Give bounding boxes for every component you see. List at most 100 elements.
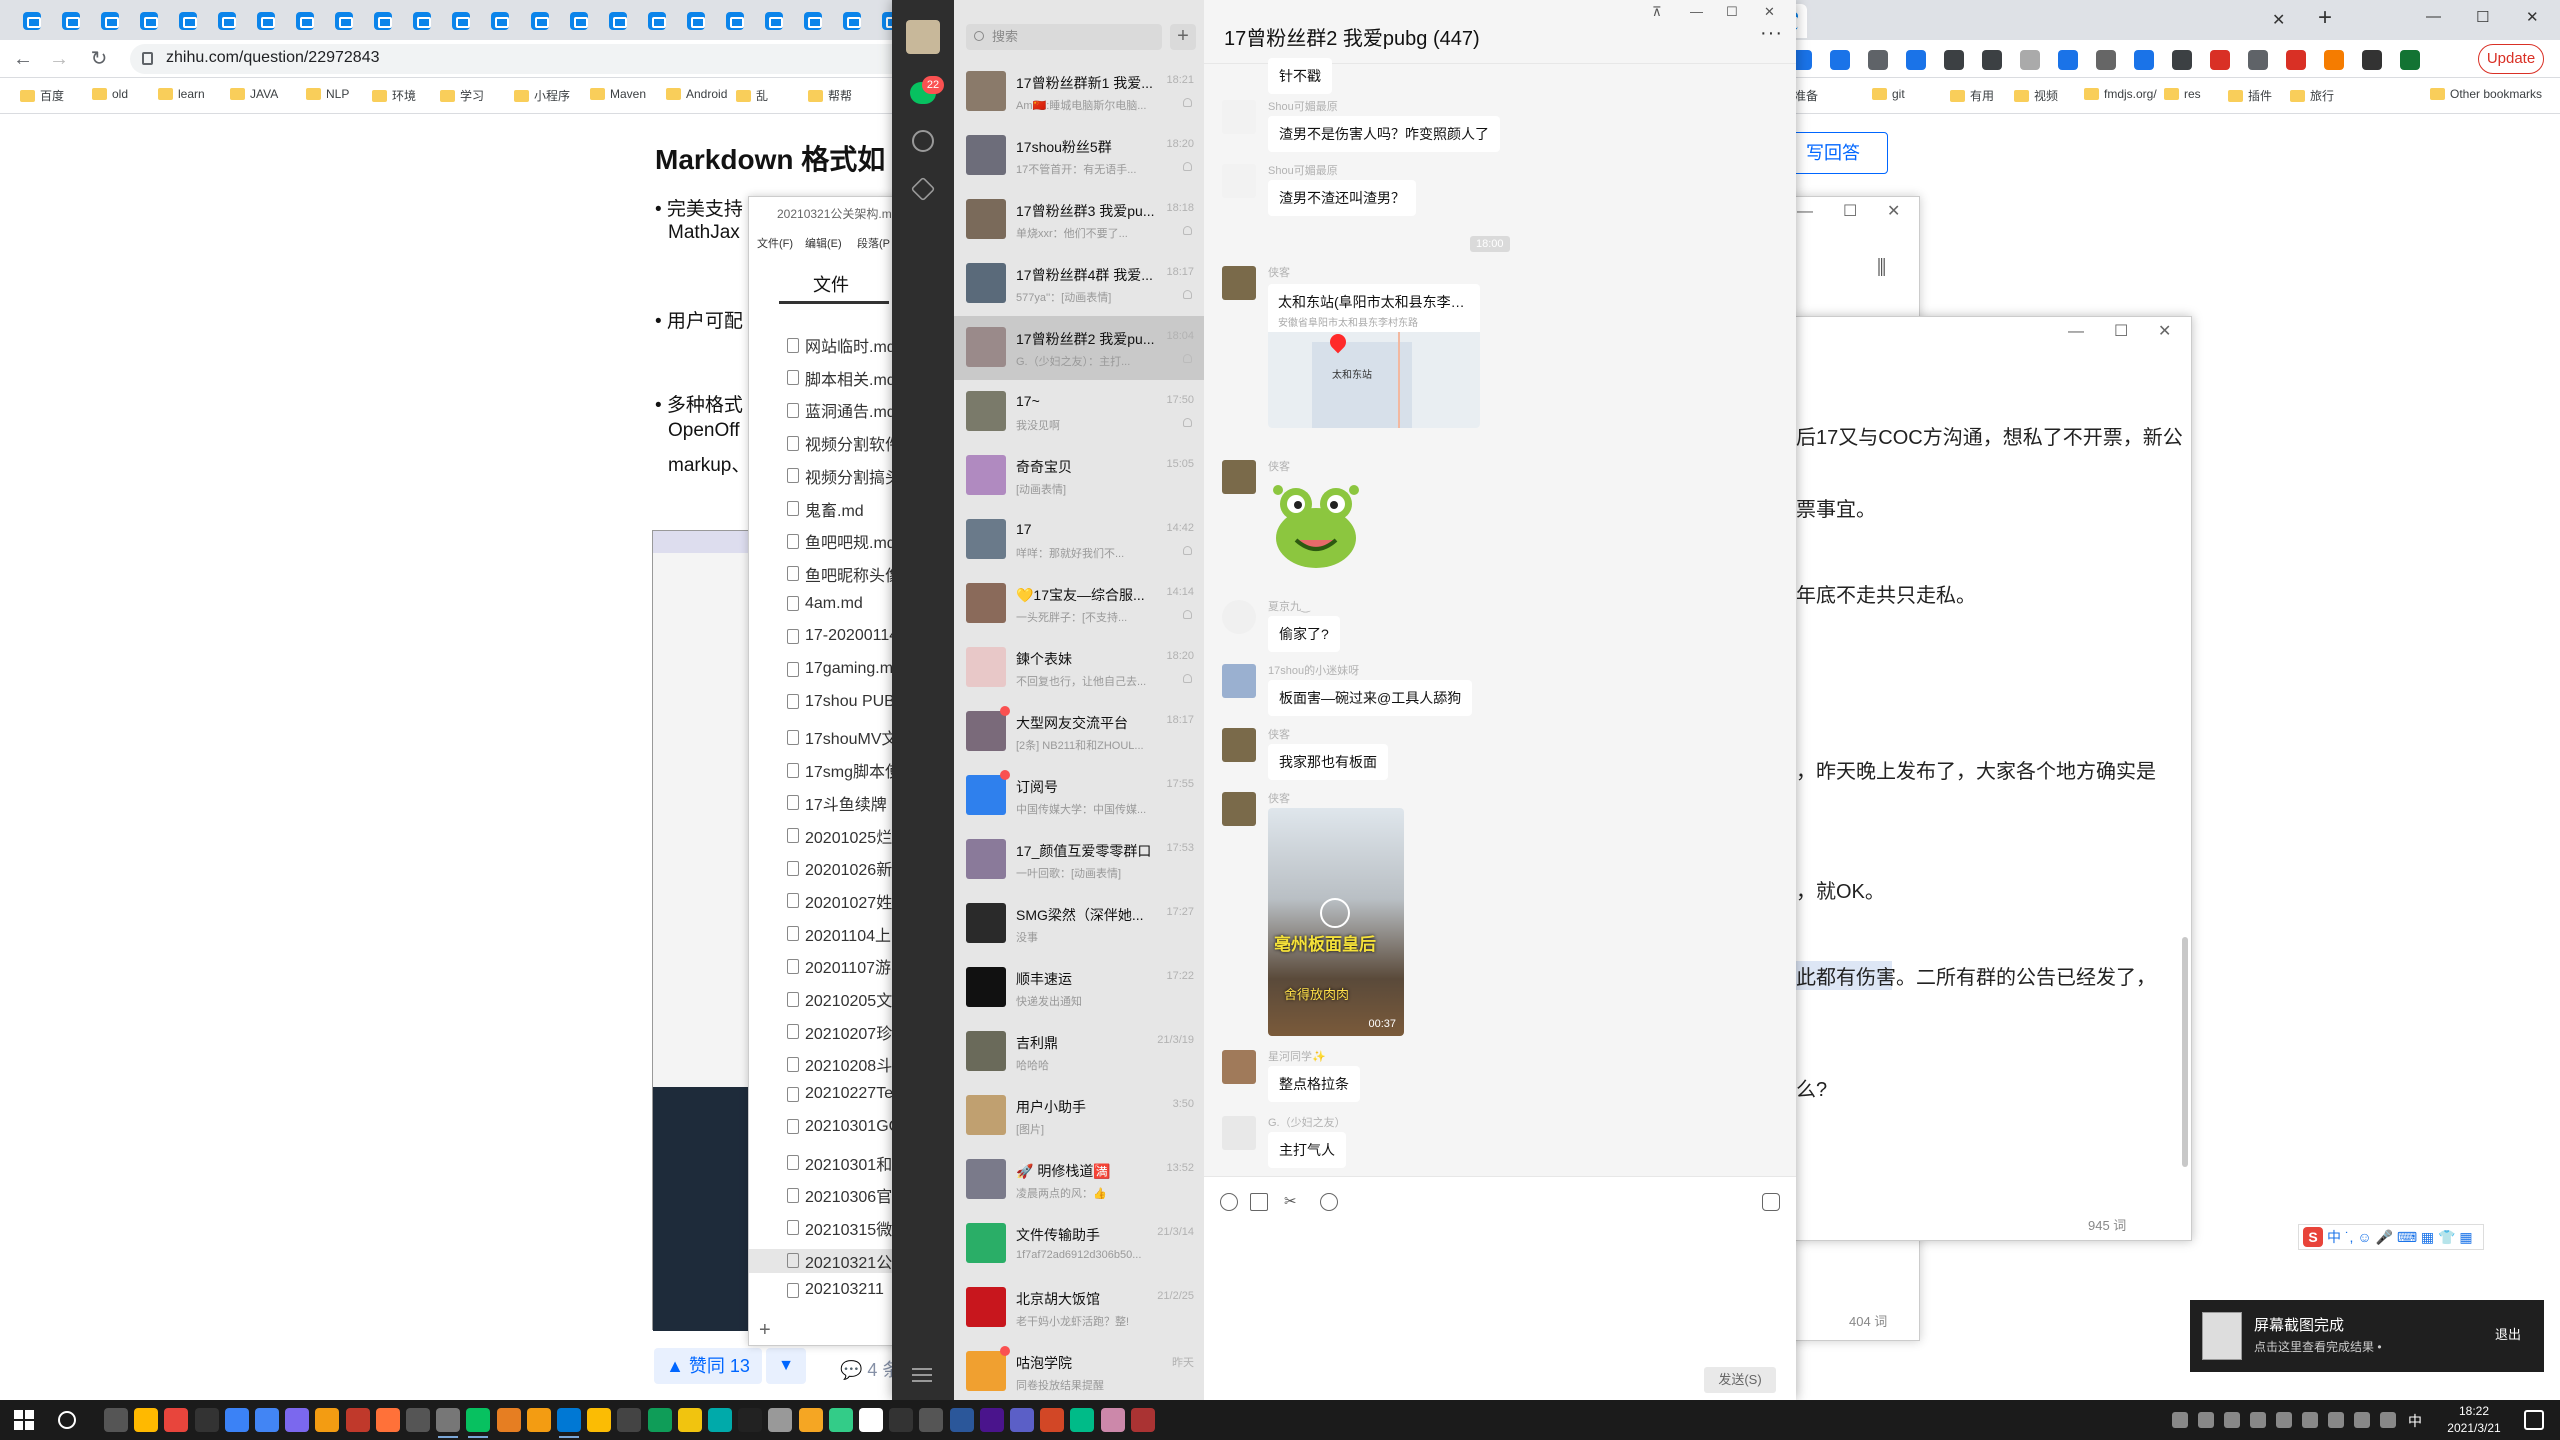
chat-history-icon[interactable] [1320,1193,1338,1211]
taskbar-app-icon[interactable] [1040,1408,1065,1432]
extension-icon[interactable] [1982,50,2002,70]
conversation-item[interactable]: 咕泡学院 同卷投放结果提醒 昨天 [954,1340,1204,1404]
sender-avatar[interactable] [1222,664,1256,698]
more-icon[interactable]: ··· [1760,22,1783,45]
file-item[interactable]: 鱼吧吧规.md [787,529,896,553]
taskbar-app-icon[interactable] [375,1408,400,1432]
scrollbar[interactable] [2182,937,2188,1167]
browser-tab[interactable] [92,4,128,38]
avatar[interactable] [906,20,940,54]
taskbar-app-icon[interactable] [1130,1408,1155,1432]
extension-icon[interactable] [2058,50,2078,70]
tray-icon[interactable] [2172,1412,2188,1428]
browser-tab[interactable] [287,4,323,38]
browser-tab[interactable] [131,4,167,38]
conversation-item[interactable]: 大型网友交流平台 [2条] NB211和和ZHOUL... 18:17 [954,700,1204,764]
conversation-item[interactable]: 北京胡大饭馆 老干妈小龙虾活跑？整! 21/2/25 [954,1276,1204,1340]
taskbar-app-icon[interactable] [104,1408,128,1432]
extension-icon[interactable] [2020,50,2040,70]
favorites-icon[interactable] [910,176,936,202]
taskbar-app-icon[interactable] [406,1408,430,1432]
downvote-button[interactable]: ▼ [766,1348,806,1384]
file-item[interactable]: 视频分割搞头 [787,464,901,488]
conversation-item[interactable]: 17曾粉丝群新1 我爱... Am🇨🇳:睡城电脑斯尔电脑... 18:21 [954,60,1204,124]
upvote-button[interactable]: ▲ 赞同 13 [654,1348,762,1384]
tray-icon[interactable] [2328,1412,2344,1428]
message-bubble[interactable]: 主打气人 [1268,1132,1346,1168]
browser-tab[interactable] [209,4,245,38]
message-bubble[interactable]: 偷家了? [1268,616,1340,652]
pin-icon[interactable]: ⊼ [1652,4,1662,20]
minimize-icon[interactable]: — [1690,4,1703,19]
browser-tab[interactable] [482,4,518,38]
maximize-icon[interactable]: ☐ [1726,4,1738,20]
bookmark-item[interactable]: learn [158,87,205,101]
extension-icon[interactable] [2362,50,2382,70]
video-message[interactable]: 亳州板面皇后 舍得放肉肉 00:37 [1268,808,1404,1036]
browser-tab[interactable] [834,4,870,38]
conversation-item[interactable]: 🚀 明修栈道🈵 凌晨两点的风：👍 13:52 [954,1148,1204,1212]
file-item[interactable]: 17shou PUB [787,693,895,711]
screenshot-icon[interactable]: ✂ [1284,1193,1302,1211]
search-input[interactable]: 搜索 [966,24,1162,50]
taskbar-app-icon[interactable] [436,1408,461,1438]
extension-icon[interactable] [2286,50,2306,70]
taskbar-app-icon[interactable] [587,1408,612,1432]
file-item[interactable]: 20210301和 [787,1151,892,1175]
screenshot-toast[interactable]: 屏幕截图完成 点击这里查看完成结果 • 退出 [2190,1300,2544,1372]
extension-icon[interactable] [1906,50,1926,70]
tray-icon[interactable] [2224,1412,2240,1428]
browser-tab[interactable] [326,4,362,38]
menu-file[interactable]: 文件(F) [757,235,793,251]
minimize-window-icon[interactable]: — [2426,8,2441,25]
browser-tab[interactable] [639,4,675,38]
message-bubble[interactable]: 板面害—碗过来@工具人舔狗 [1268,680,1473,716]
add-chat-button[interactable]: + [1170,24,1196,50]
ime-toolbar[interactable]: S 中 ˙, ☺ 🎤 ⌨ ▦ 👕 ▦ [2298,1224,2484,1250]
minimize-icon[interactable]: — [1797,203,1813,221]
extension-icon[interactable] [1830,50,1850,70]
sender-avatar[interactable] [1222,100,1256,134]
taskbar-app-icon[interactable] [526,1408,551,1432]
message-input-area[interactable]: ✂ 发送(S) [1204,1176,1796,1400]
conversation-item[interactable]: 17~ 我没见啊 17:50 [954,380,1204,444]
file-item[interactable]: 20201026新 [787,856,892,880]
sender-avatar[interactable] [1222,728,1256,762]
extension-icon[interactable] [2096,50,2116,70]
menu-edit[interactable]: 编辑(E) [805,235,842,251]
maximize-icon[interactable]: ☐ [2114,321,2128,341]
taskbar-app-icon[interactable] [194,1408,219,1432]
bookmark-item[interactable]: Maven [590,87,646,101]
taskbar-app-icon[interactable] [1010,1408,1034,1432]
sender-avatar[interactable] [1222,792,1256,826]
file-item[interactable]: 17斗鱼续牌 [787,791,887,815]
minimize-icon[interactable]: — [2068,323,2084,341]
close-window-icon[interactable]: ✕ [2526,8,2539,26]
browser-tab[interactable] [522,4,558,38]
bookmark-item[interactable]: res [2164,87,2201,101]
maximize-icon[interactable]: ☐ [1843,201,1857,221]
file-item[interactable]: 视频分割软件 [787,431,901,455]
search-icon[interactable] [58,1411,76,1429]
close-icon[interactable]: ✕ [1764,4,1775,20]
conversation-item[interactable]: 17shou粉丝5群 17不管首开：有无语手... 18:20 [954,124,1204,188]
sender-avatar[interactable] [1222,1050,1256,1084]
taskbar-app-icon[interactable] [708,1408,732,1432]
taskbar-app-icon[interactable] [798,1408,823,1432]
taskbar-app-icon[interactable] [1100,1408,1125,1432]
conversation-item[interactable]: 鍊个表妹 不回复也行，让他自己去... 18:20 [954,636,1204,700]
file-item[interactable]: 20210205文 [787,987,892,1011]
sender-avatar[interactable] [1222,266,1256,300]
browser-tab[interactable] [678,4,714,38]
tray-icon[interactable] [2380,1412,2396,1428]
taskbar-app-icon[interactable] [859,1408,883,1432]
browser-tab[interactable] [795,4,831,38]
input-language[interactable]: 中 [2408,1411,2422,1431]
bookmark-item[interactable]: 帮帮 [808,87,852,104]
close-icon[interactable]: ✕ [2158,321,2171,341]
extension-icon[interactable] [1944,50,1964,70]
bookmark-item[interactable]: fmdjs.org/ [2084,87,2157,101]
file-item[interactable]: 20210321公 [749,1248,909,1273]
conversation-item[interactable]: 奇奇宝贝 [动画表情] 15:05 [954,444,1204,508]
location-card[interactable]: 太和东站(阜阳市太和县东李村... 安徽省阜阳市太和县东李村东路 太和东站 [1268,284,1480,428]
